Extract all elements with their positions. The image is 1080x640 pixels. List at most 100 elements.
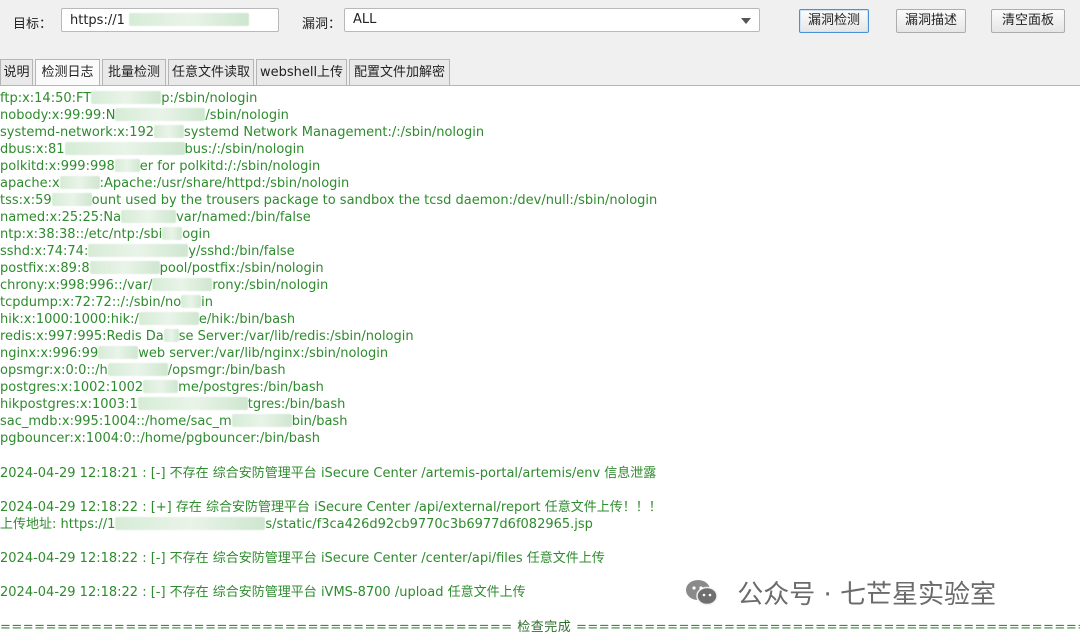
log-event: 2024-04-29 12:18:22 : [-] 不存在 综合安防管理平台 i…: [0, 585, 526, 600]
passwd-line-start: chrony:x:998:996::/var/: [0, 278, 153, 293]
tab-detect-log[interactable]: 检测日志: [35, 59, 100, 86]
passwd-line: tcpdump:x:72:72::/:/sbin/no in: [0, 294, 213, 311]
redacted-mask: [64, 142, 185, 155]
passwd-line: redis:x:997:995:Redis Da se Server:/var/l…: [0, 328, 414, 345]
passwd-line: opsmgr:x:0:0::/h/opsmgr:/bin/bash: [0, 362, 286, 379]
passwd-line: ntp:x:38:38::/etc/ntp:/sbi ogin: [0, 226, 210, 243]
passwd-line: nobody:x:99:99:N/sbin/nologin: [0, 107, 289, 124]
redacted-mask: [115, 517, 266, 530]
passwd-line-start: ftp:x:14:50:FT: [0, 91, 92, 106]
vuln-label: 漏洞：: [302, 17, 342, 32]
passwd-line-start: ntp:x:38:38::/etc/ntp:/sbi: [0, 227, 163, 242]
passwd-line-start: hik:x:1000:1000:hik:/: [0, 312, 139, 327]
vuln-select[interactable]: ALL: [344, 8, 760, 32]
passwd-line: sac_mdb:x:995:1004::/home/sac_m bin/bash: [0, 413, 347, 430]
redacted-mask: [154, 125, 185, 138]
redacted-mask: [98, 346, 139, 359]
passwd-line: nginx:x:996:99 web server:/var/lib/nginx:…: [0, 345, 388, 362]
passwd-line-start: dbus:x:81: [0, 142, 65, 157]
passwd-line-end: y/sshd:/bin/false: [188, 244, 295, 259]
passwd-line-start: apache:x: [0, 176, 60, 191]
detect-button[interactable]: 漏洞检测: [799, 9, 869, 33]
log-event: 2024-04-29 12:18:22 : [-] 不存在 综合安防管理平台 i…: [0, 551, 605, 566]
redacted-mask: [138, 312, 199, 325]
tab-config-crypto[interactable]: 配置文件加解密: [349, 59, 450, 85]
passwd-line-end: var/named:/bin/false: [176, 210, 311, 225]
passwd-line-end: me/postgres:/bin/bash: [178, 380, 324, 395]
passwd-line-start: sshd:x:74:74:: [0, 244, 89, 259]
passwd-line-end: /opsmgr:/bin/bash: [167, 363, 286, 378]
passwd-line-start: nobody:x:99:99:N: [0, 108, 116, 123]
passwd-line-start: redis:x:997:995:Redis Da: [0, 329, 164, 344]
passwd-line-start: opsmgr:x:0:0::/h: [0, 363, 108, 378]
passwd-line: polkitd:x:999:998 er for polkitd:/:/sbin/…: [0, 158, 320, 175]
redacted-mask: [59, 176, 100, 189]
target-url-value: https://1: [70, 13, 125, 28]
log-output[interactable]: ftp:x:14:50:FT p:/sbin/nologin nobody:x:99…: [0, 85, 1080, 640]
describe-button[interactable]: 漏洞描述: [896, 9, 966, 33]
redacted-mask: [152, 278, 213, 291]
passwd-line: hik:x:1000:1000:hik:/ e/hik:/bin/bash: [0, 311, 295, 328]
passwd-line-start: tss:x:59: [0, 193, 52, 208]
passwd-line-end: se Server:/var/lib/redis:/sbin/nologin: [178, 329, 414, 344]
redacted-mask: [231, 414, 292, 427]
tab-webshell-upload[interactable]: webshell上传: [256, 59, 347, 85]
passwd-line: apache:x :Apache:/usr/share/httpd:/sbin/n…: [0, 175, 349, 192]
passwd-line: named:x:25:25:Na var/named:/bin/false: [0, 209, 311, 226]
chevron-down-icon[interactable]: [741, 18, 751, 24]
redacted-mask: [91, 91, 162, 104]
redacted-mask: [107, 363, 168, 376]
passwd-line-end: ount used by the trousers package to san…: [91, 193, 658, 208]
passwd-line: ftp:x:14:50:FT p:/sbin/nologin: [0, 90, 257, 107]
passwd-line-end: bin/bash: [291, 414, 348, 429]
passwd-line-start: named:x:25:25:Na: [0, 210, 122, 225]
passwd-line: postgres:x:1002:1002 me/postgres:/bin/bas…: [0, 379, 324, 396]
passwd-line: dbus:x:81 bus:/:/sbin/nologin: [0, 141, 304, 158]
passwd-line-start: postfix:x:89:8: [0, 261, 90, 276]
tab-batch-detect[interactable]: 批量检测: [102, 59, 166, 85]
completion-text: 检查完成: [512, 620, 576, 635]
passwd-line-start: hikpostgres:x:1003:1: [0, 397, 138, 412]
passwd-line-start: pgbouncer:x:1004:0::/home/pgbouncer:/bin…: [0, 431, 320, 446]
watermark: 公众号 · 七芒星实验室: [685, 574, 996, 620]
redacted-mask: [128, 13, 249, 26]
redacted-mask: [114, 159, 140, 172]
watermark-text: 公众号 · 七芒星实验室: [737, 580, 997, 610]
redacted-mask: [51, 193, 92, 206]
passwd-line-start: systemd-network:x:192: [0, 125, 155, 140]
vuln-select-value: ALL: [353, 12, 377, 27]
passwd-line-end: :Apache:/usr/share/httpd:/sbin/nologin: [99, 176, 350, 191]
passwd-line-start: nginx:x:996:99: [0, 346, 99, 361]
upload-address-suffix: s/static/f3ca426d92cb9770c3b6977d6f08296…: [265, 517, 593, 532]
toolbar: 目标： https://1 漏洞： ALL 漏洞检测 漏洞描述 清空面板: [0, 0, 1080, 56]
passwd-line: systemd-network:x:192 systemd Network Man…: [0, 124, 484, 141]
redacted-mask: [88, 244, 189, 257]
passwd-line-end: web server:/var/lib/nginx:/sbin/nologin: [138, 346, 389, 361]
redacted-mask: [137, 397, 248, 410]
clear-panel-button[interactable]: 清空面板: [991, 9, 1065, 33]
passwd-line-start: sac_mdb:x:995:1004::/home/sac_m: [0, 414, 232, 429]
passwd-line-end: e/hik:/bin/bash: [198, 312, 296, 327]
tab-readme[interactable]: 说明: [0, 59, 33, 85]
tab-file-read[interactable]: 任意文件读取: [168, 59, 254, 85]
separator-right: ========================================…: [575, 620, 1080, 635]
passwd-line-start: tcpdump:x:72:72::/:/sbin/no: [0, 295, 182, 310]
passwd-line: sshd:x:74:74: y/sshd:/bin/false: [0, 243, 295, 260]
passwd-line-end: rony:/sbin/nologin: [212, 278, 329, 293]
passwd-line-end: pool/postfix:/sbin/nologin: [159, 261, 324, 276]
passwd-line-end: /sbin/nologin: [205, 108, 289, 123]
passwd-line-end: tgres:/bin/bash: [247, 397, 346, 412]
log-event: 2024-04-29 12:18:22 : [+] 存在 综合安防管理平台 iS…: [0, 500, 662, 515]
passwd-line: tss:x:59 ount used by the trousers packag…: [0, 192, 657, 209]
redacted-mask: [121, 210, 177, 223]
passwd-line-start: polkitd:x:999:998: [0, 159, 115, 174]
passwd-line: pgbouncer:x:1004:0::/home/pgbouncer:/bin…: [0, 430, 320, 447]
passwd-line-end: in: [201, 295, 214, 310]
target-url-input[interactable]: https://1: [61, 8, 279, 32]
target-label: 目标：: [13, 17, 53, 32]
redacted-mask: [181, 295, 202, 308]
upload-address-line: 上传地址: https://1 s/static/f3ca426d92cb9770…: [0, 516, 593, 533]
redacted-mask: [163, 329, 179, 342]
redacted-mask: [89, 261, 160, 274]
passwd-line-end: er for polkitd:/:/sbin/nologin: [139, 159, 321, 174]
